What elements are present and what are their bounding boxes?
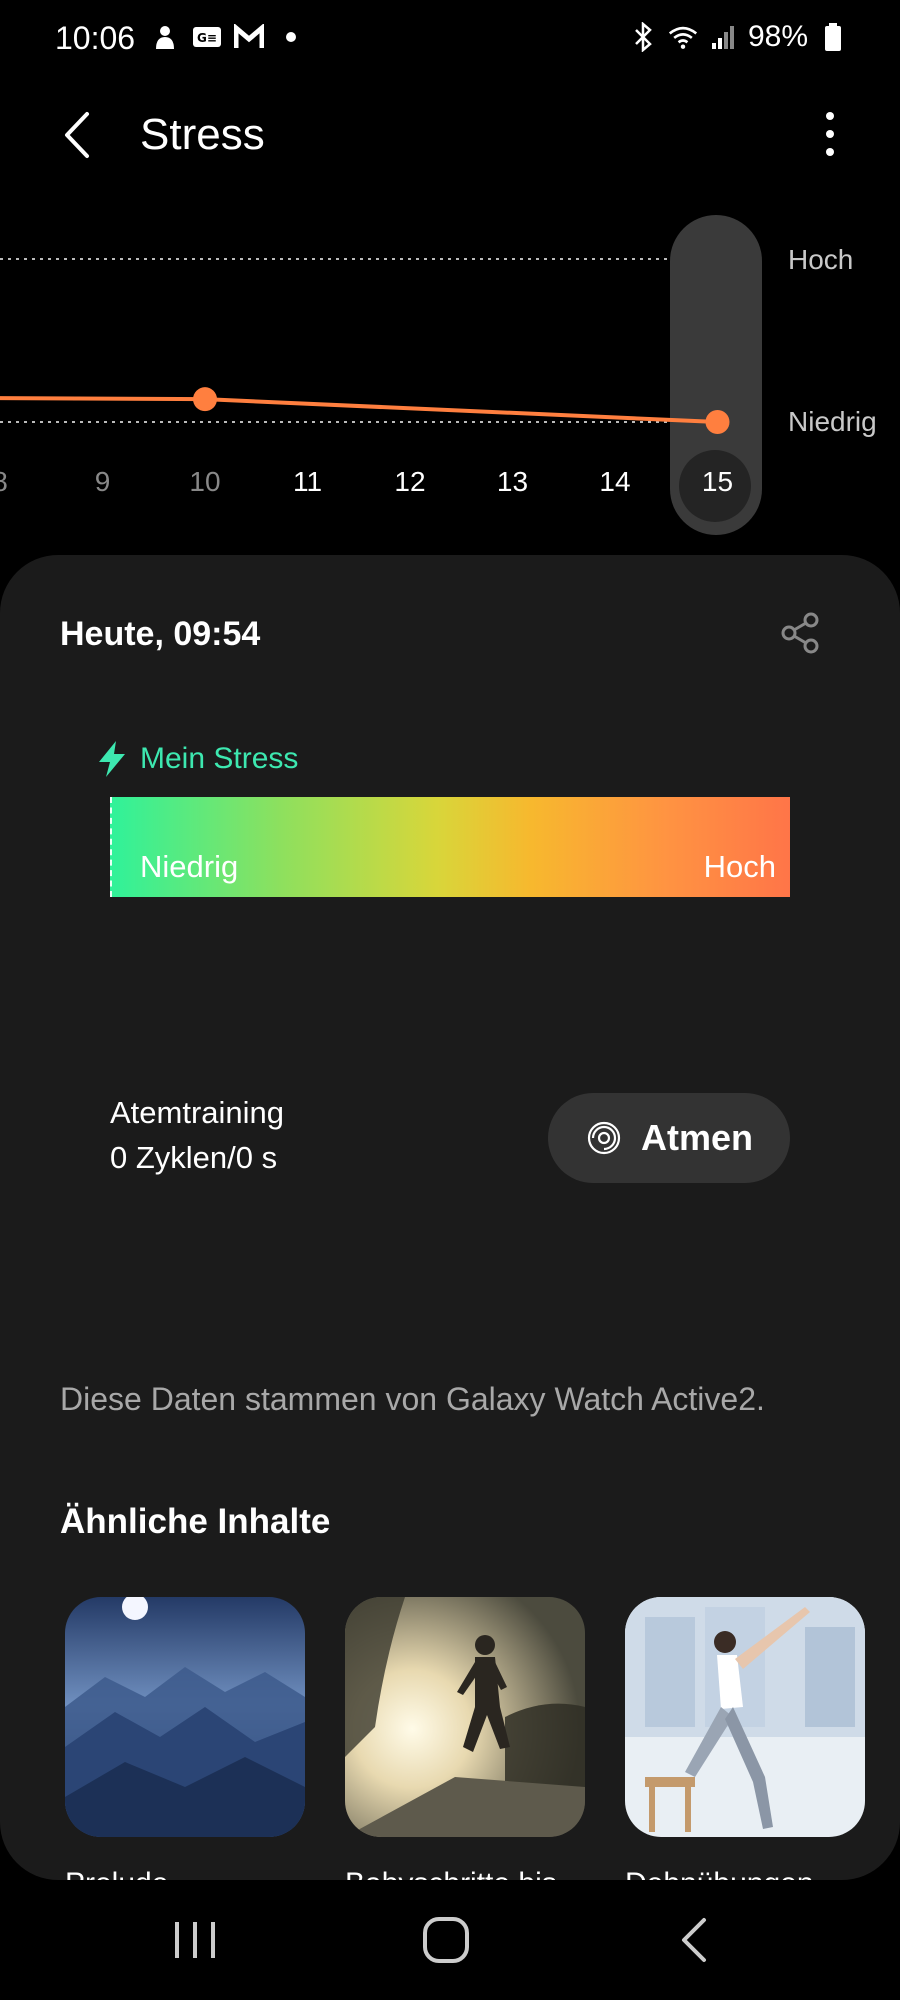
related-caption-3: Dehnübungen — [625, 1867, 814, 1880]
x-tick-label[interactable]: 12 — [380, 466, 440, 498]
back-button[interactable] — [55, 110, 105, 160]
system-back-button[interactable] — [666, 1910, 726, 1970]
wifi-icon — [668, 22, 698, 52]
mountain-landscape-image — [65, 1597, 305, 1837]
status-system-icons: 98% — [628, 20, 848, 54]
data-source-text: Diese Daten stammen von Galaxy Watch Act… — [60, 1381, 765, 1417]
status-time: 10:06 — [55, 20, 136, 56]
measurement-date: Heute, 09:54 — [60, 615, 261, 653]
related-item-prelude[interactable] — [65, 1597, 305, 1837]
lightning-icon — [99, 741, 125, 777]
detail-card: Heute, 09:54 Mein Stress Niedrig Hoch At… — [0, 555, 900, 1880]
stress-header: Mein Stress — [96, 740, 298, 778]
stress-chart-svg — [0, 215, 762, 535]
status-notifications: G≡ — [150, 22, 306, 52]
stress-level-marker — [110, 797, 113, 897]
share-icon — [781, 612, 819, 654]
home-button[interactable] — [416, 1910, 476, 1970]
stress-level-bar: Niedrig Hoch — [110, 797, 790, 897]
dot-icon — [276, 22, 306, 52]
x-tick-label[interactable]: 9 — [73, 466, 133, 498]
x-tick-label[interactable]: 8 — [0, 466, 30, 498]
message-icon: G≡ — [192, 22, 222, 52]
stress-chart[interactable]: Hoch Niedrig 8 9 10 11 12 13 14 15 — [0, 190, 900, 550]
stress-data-point[interactable] — [705, 410, 730, 434]
x-tick-label[interactable]: 15 — [688, 466, 748, 498]
signal-icon — [708, 22, 738, 52]
stress-bar-low-label: Niedrig — [140, 849, 239, 884]
battery-icon — [818, 22, 848, 52]
related-item-babyschritte[interactable] — [345, 1597, 585, 1837]
svg-text:G≡: G≡ — [197, 31, 217, 45]
recent-apps-button[interactable] — [165, 1910, 225, 1970]
x-tick-label[interactable]: 13 — [483, 466, 543, 498]
status-bar: 10:06 G≡ 98% — [0, 0, 900, 80]
breathe-button-label: Atmen — [640, 1117, 753, 1158]
share-button[interactable] — [778, 611, 822, 655]
x-tick-label[interactable]: 11 — [278, 466, 338, 498]
stress-bar-high-label: Hoch — [703, 849, 776, 884]
more-options-button[interactable] — [810, 108, 850, 162]
breathe-button[interactable]: Atmen — [548, 1093, 790, 1183]
back-icon — [682, 1918, 706, 1962]
battery-percent: 98% — [747, 20, 808, 53]
more-vertical-icon — [826, 112, 834, 156]
gmail-icon — [234, 22, 264, 52]
back-arrow-icon — [65, 112, 89, 158]
notification-icon — [150, 22, 180, 52]
bluetooth-icon — [628, 22, 658, 52]
chart-label-high: Hoch — [788, 244, 854, 275]
home-icon — [423, 1917, 469, 1963]
recents-icon — [175, 1922, 215, 1958]
stress-data-point[interactable] — [193, 387, 217, 412]
breathing-swirl-icon — [587, 1121, 621, 1155]
related-item-dehnuebungen[interactable] — [625, 1597, 865, 1837]
stress-series-line — [0, 387, 730, 434]
related-content-title: Ähnliche Inhalte — [60, 1502, 331, 1541]
related-caption-1: Prelude — [65, 1867, 168, 1880]
runner-image — [345, 1597, 585, 1837]
breathing-title: Atemtraining — [110, 1095, 285, 1130]
stress-label: Mein Stress — [140, 742, 299, 775]
yoga-stretch-image — [625, 1597, 865, 1837]
x-tick-label[interactable]: 10 — [175, 466, 235, 498]
system-nav-bar — [0, 1880, 900, 2000]
page-title: Stress — [140, 110, 265, 159]
related-caption-2: Babyschritte bis — [345, 1867, 557, 1880]
stress-line-path — [0, 396, 718, 424]
app-bar: Stress — [0, 90, 900, 180]
chart-label-low: Niedrig — [788, 406, 877, 437]
x-tick-label[interactable]: 14 — [585, 466, 645, 498]
breathing-value: 0 Zyklen/0 s — [110, 1140, 278, 1175]
